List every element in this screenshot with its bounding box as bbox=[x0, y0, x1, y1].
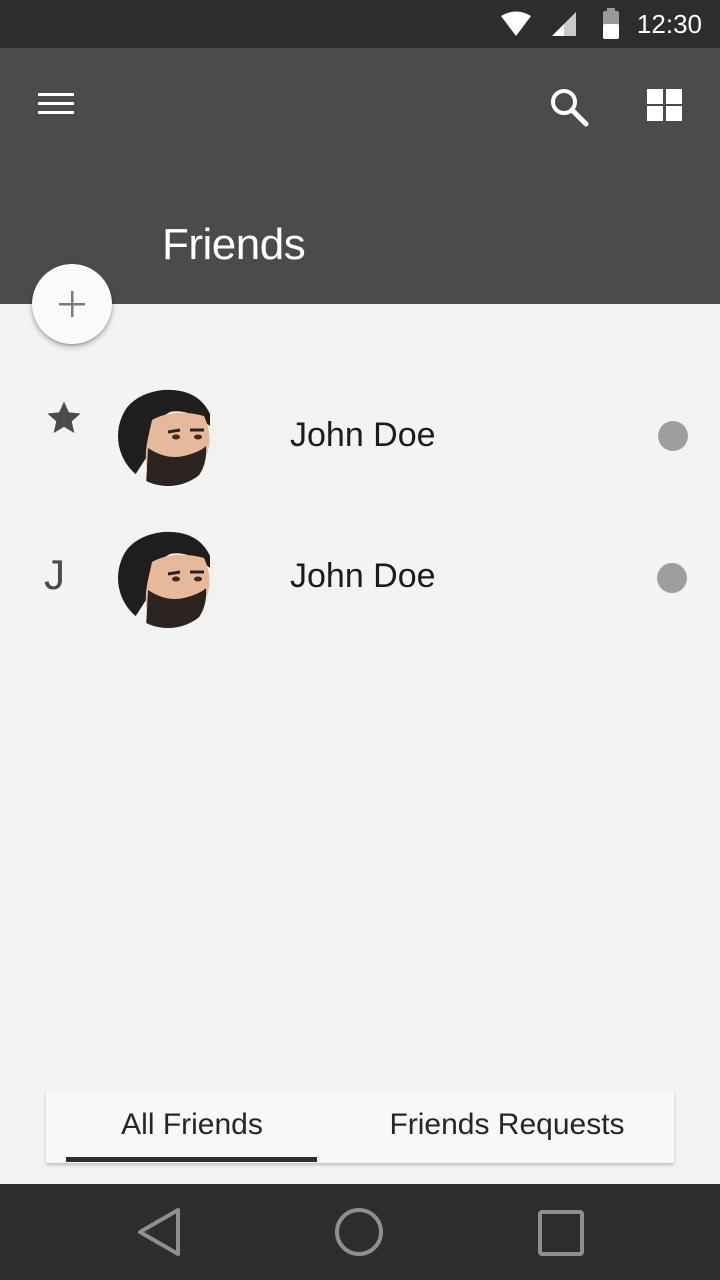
avatar bbox=[118, 386, 218, 486]
status-time: 12:30 bbox=[636, 9, 702, 39]
favorite-star-icon bbox=[44, 398, 84, 449]
grid-view-icon[interactable] bbox=[646, 88, 684, 127]
recents-icon[interactable] bbox=[536, 1208, 586, 1263]
friend-name: John Doe bbox=[290, 557, 436, 595]
app-bar: Friends bbox=[0, 48, 720, 304]
back-icon[interactable] bbox=[136, 1206, 184, 1263]
avatar bbox=[118, 528, 218, 628]
navigation-bar bbox=[0, 1184, 720, 1280]
menu-icon[interactable] bbox=[36, 90, 76, 123]
page-title: Friends bbox=[162, 220, 306, 269]
battery-icon bbox=[602, 8, 620, 45]
search-icon[interactable] bbox=[548, 86, 590, 133]
tab-friends-requests[interactable]: Friends Requests bbox=[352, 1091, 662, 1163]
plus-icon bbox=[59, 291, 85, 317]
friend-list-item[interactable]: J John Doe bbox=[0, 518, 720, 638]
tab-label: Friends Requests bbox=[389, 1108, 625, 1141]
home-icon[interactable] bbox=[333, 1206, 385, 1263]
selected-tab-indicator bbox=[66, 1157, 317, 1162]
section-letter: J bbox=[44, 551, 65, 598]
friends-tabs: All Friends Friends Requests bbox=[46, 1091, 674, 1163]
wifi-icon bbox=[500, 10, 532, 43]
status-bar: 12:30 bbox=[0, 0, 720, 48]
add-friend-button[interactable] bbox=[32, 264, 112, 344]
friend-name: John Doe bbox=[290, 416, 436, 454]
tab-label: All Friends bbox=[121, 1108, 263, 1141]
friend-list-item[interactable]: John Doe bbox=[0, 376, 720, 496]
online-status-indicator bbox=[658, 421, 688, 451]
online-status-indicator bbox=[657, 563, 687, 593]
cell-signal-icon bbox=[550, 10, 578, 43]
tab-all-friends[interactable]: All Friends bbox=[46, 1091, 338, 1163]
